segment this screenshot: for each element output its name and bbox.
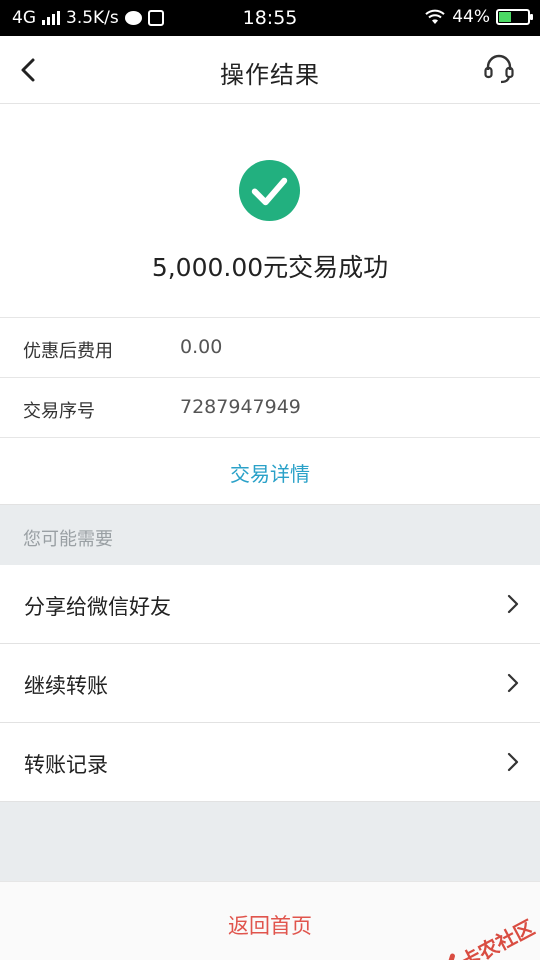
chevron-right-icon bbox=[507, 673, 519, 693]
transfer-records-row[interactable]: 转账记录 bbox=[0, 723, 540, 802]
share-wechat-row[interactable]: 分享给微信好友 bbox=[0, 565, 540, 644]
battery-percent: 44% bbox=[452, 7, 490, 27]
customer-service-icon[interactable] bbox=[482, 52, 516, 86]
transaction-detail-link[interactable]: 交易详情 bbox=[0, 438, 540, 505]
nav-bar: 操作结果 bbox=[0, 36, 540, 104]
return-home-button[interactable]: 返回首页 bbox=[0, 910, 540, 940]
status-right: 44% bbox=[424, 7, 533, 27]
success-check-icon bbox=[238, 159, 301, 222]
fee-row: 优惠后费用 0.00 bbox=[0, 318, 540, 378]
continue-transfer-label: 继续转账 bbox=[24, 674, 108, 698]
serial-label: 交易序号 bbox=[23, 401, 95, 422]
battery-icon bbox=[496, 9, 533, 25]
battery-fill bbox=[499, 12, 511, 22]
chevron-right-icon bbox=[507, 752, 519, 772]
fee-value: 0.00 bbox=[180, 336, 223, 358]
suggestions-title: 您可能需要 bbox=[23, 529, 113, 550]
status-bar: 4G 3.5K/s 18:55 44% bbox=[0, 0, 540, 36]
suggestions-header: 您可能需要 bbox=[0, 505, 540, 565]
chevron-right-icon bbox=[507, 594, 519, 614]
wifi-icon bbox=[425, 9, 445, 24]
serial-value: 7287947949 bbox=[180, 396, 301, 418]
transfer-records-label: 转账记录 bbox=[24, 753, 108, 777]
continue-transfer-row[interactable]: 继续转账 bbox=[0, 644, 540, 723]
result-panel: 5,000.00元交易成功 bbox=[0, 104, 540, 318]
serial-row: 交易序号 7287947949 bbox=[0, 378, 540, 438]
page-title: 操作结果 bbox=[220, 61, 320, 89]
fee-label: 优惠后费用 bbox=[23, 341, 113, 362]
result-message: 5,000.00元交易成功 bbox=[151, 253, 389, 282]
share-wechat-label: 分享给微信好友 bbox=[24, 595, 171, 619]
